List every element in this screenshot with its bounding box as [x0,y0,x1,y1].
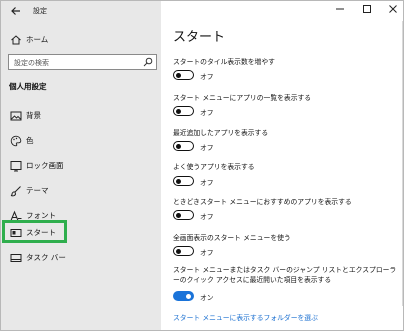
toggle-knob [176,108,181,114]
toggle-knob [176,248,181,254]
title-bar: 設定 [1,1,161,23]
lock-screen-icon [10,161,22,172]
page-title: スタート [173,30,226,45]
toggle-knob [176,212,181,218]
toggle-state: オフ [200,179,214,187]
home-icon [11,35,21,45]
toggle-suggestions[interactable] [173,210,194,220]
brush-icon [10,186,21,197]
sidebar-item-background[interactable]: 背景 [1,104,161,128]
setting-label: よく使うアプリを表示する [173,163,255,171]
setting-label: 最近追加したアプリを表示する [173,129,269,137]
toggle-knob [176,143,181,149]
close-icon[interactable] [388,4,398,14]
sidebar-item-label: 背景 [26,111,41,120]
search-icon [143,57,153,67]
toggle-knob [176,72,181,78]
back-arrow-icon[interactable] [10,5,22,17]
selection-highlight-box [2,220,67,243]
sidebar: 設定 ホーム 設定の検索 個人用設定 背景 色 ロック画面 テーマ フォント ス… [1,1,161,330]
toggle-state: オフ [200,249,214,257]
sidebar-item-color[interactable]: 色 [1,129,161,153]
toggle-state: オフ [200,144,214,152]
palette-icon [10,135,22,147]
section-heading: 個人用設定 [9,82,47,91]
image-icon [10,111,22,121]
toggle-knob [186,293,191,299]
choose-folders-link[interactable]: スタート メニューに表示するフォルダーを選ぶ [173,312,318,322]
toggle-more-tiles[interactable] [173,70,194,80]
toggle-knob [176,178,181,184]
settings-window: 設定 ホーム 設定の検索 個人用設定 背景 色 ロック画面 テーマ フォント ス… [0,0,404,331]
sidebar-item-lock-screen[interactable]: ロック画面 [1,154,161,178]
toggle-full-screen[interactable] [173,246,194,256]
setting-label: 全画面表示のスタート メニューを使う [173,234,291,242]
toggle-state: オン [200,294,214,302]
maximize-icon[interactable] [362,4,372,14]
search-placeholder: 設定の検索 [14,59,49,67]
toggle-recently-added[interactable] [173,141,194,151]
setting-label: ときどきスタート メニューにおすすめのアプリを表示する [173,198,352,206]
sidebar-item-label: ロック画面 [26,161,64,170]
search-input[interactable]: 設定の検索 [8,54,157,70]
nav-home[interactable]: ホーム [1,28,161,52]
toggle-most-used[interactable] [173,176,194,186]
setting-label: スタートのタイル表示数を増やす [173,58,275,66]
toggle-state: オフ [200,73,214,81]
nav-home-label: ホーム [26,35,49,44]
taskbar-icon [10,254,22,262]
setting-label: スタート メニューにアプリの一覧を表示する [173,94,312,102]
sidebar-item-label: 色 [26,136,34,145]
window-title: 設定 [33,7,47,15]
main-panel: スタート スタートのタイル表示数を増やす オフ スタート メニューにアプリの一覧… [161,1,403,330]
sidebar-item-label: タスク バー [26,253,66,262]
minimize-icon[interactable] [335,4,345,14]
setting-label: スタート メニューまたはタスク バーのジャンプ リストとエクスプローラーのクイッ… [173,266,397,284]
toggle-state: オフ [200,109,214,117]
sidebar-item-taskbar[interactable]: タスク バー [1,246,161,270]
sidebar-item-label: テーマ [26,186,49,195]
toggle-app-list[interactable] [173,106,194,116]
sidebar-item-theme[interactable]: テーマ [1,179,161,203]
toggle-recent-items[interactable] [173,291,194,301]
toggle-state: オフ [200,213,214,221]
